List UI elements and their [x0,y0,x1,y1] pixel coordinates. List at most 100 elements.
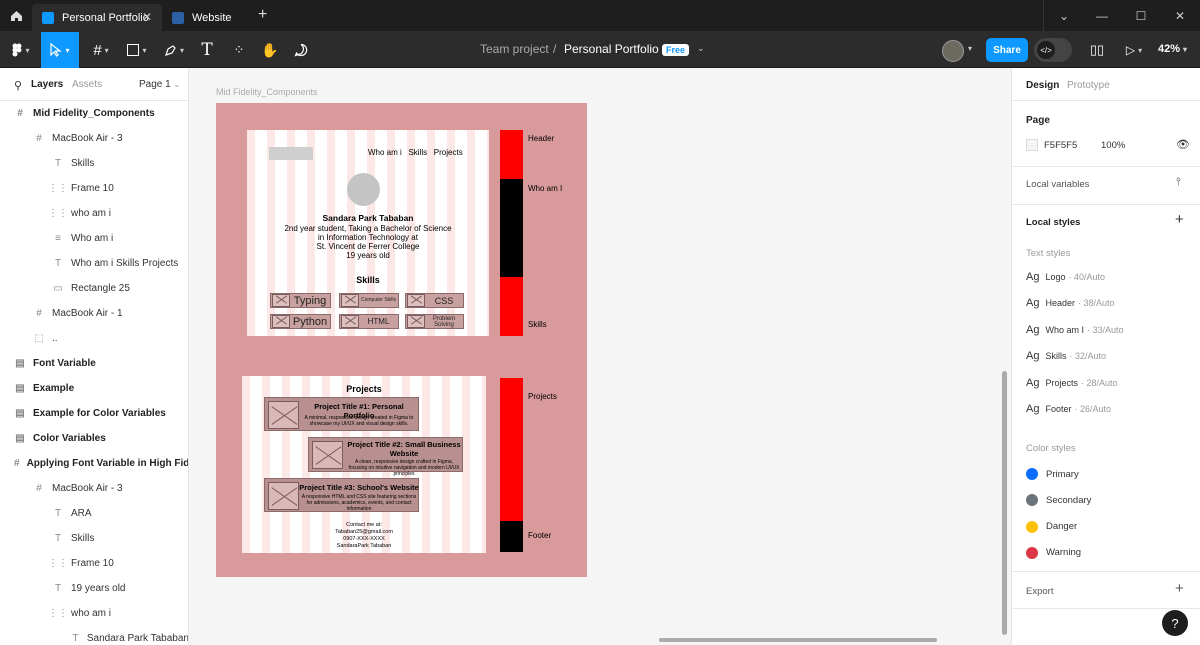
section-label: Projects [528,392,557,401]
skill-card: Computer Skills [339,293,399,308]
text-style-item[interactable]: Ag Skills · 32/Auto [1026,350,1106,362]
present-button[interactable]: ▷ ▾ [1120,32,1148,68]
image-placeholder-icon [312,441,343,469]
maximize-button[interactable]: ☐ [1121,0,1161,32]
page-selector[interactable]: Page 1 ⌄ [139,79,180,90]
horizontal-scrollbar[interactable] [659,638,937,642]
section-header-block[interactable] [500,130,523,179]
layer-row[interactable]: ▤ Example [0,376,188,401]
layer-row[interactable]: # MacBook Air - 3 [0,476,188,501]
color-style-item[interactable]: Danger [1026,520,1077,533]
frame-tool[interactable]: # ▾ [85,32,117,68]
canvas[interactable]: Mid Fidelity_Components Who am i Skills … [189,68,1011,645]
layer-type-icon: T [72,633,79,644]
layer-row[interactable]: T Sandara Park Tababan [0,626,188,645]
library-button[interactable]: ▯▯ [1086,32,1108,68]
layer-row[interactable]: T Skills [0,151,188,176]
new-tab-button[interactable]: + [258,6,267,24]
comment-tool[interactable] [290,32,312,68]
close-window-button[interactable]: ✕ [1160,0,1200,32]
main-frame[interactable]: Who am i Skills Projects Sandara Park Ta… [216,103,587,577]
text-style-item[interactable]: Ag Footer · 26/Auto [1026,403,1111,415]
tab-assets[interactable]: Assets [72,79,102,90]
home-icon[interactable] [6,6,26,26]
vertical-scrollbar[interactable] [1002,371,1007,635]
add-style-icon[interactable]: + [1175,211,1184,228]
section-projects-block[interactable] [500,378,523,521]
section-skills-block[interactable] [500,277,523,336]
text-tool[interactable]: T [195,32,219,68]
layer-row[interactable]: T Skills [0,526,188,551]
tab-prototype[interactable]: Prototype [1067,80,1110,91]
text-styles-title: Text styles [1026,248,1071,259]
file-name[interactable]: Personal Portfolio [564,42,659,56]
main-menu-button[interactable]: ▾ [6,32,36,68]
resources-tool[interactable]: ⁘ [228,32,250,68]
section-footer-block[interactable] [500,521,523,552]
sliders-icon[interactable]: ⫯ [1176,176,1181,189]
help-button[interactable]: ? [1162,610,1188,636]
zoom-level[interactable]: 42% ▾ [1158,43,1187,55]
layer-row[interactable]: ⋮⋮ who am i [0,201,188,226]
shape-tool[interactable]: ▾ [121,32,153,68]
section-who-block[interactable] [500,179,523,277]
tab-design[interactable]: Design [1026,80,1059,91]
color-style-item[interactable]: Secondary [1026,494,1092,507]
layer-row[interactable]: ▭ Rectangle 25 [0,276,188,301]
figma-file-icon [42,12,54,24]
pen-tool[interactable]: ▾ [158,32,190,68]
layer-row[interactable]: ▤ Example for Color Variables [0,401,188,426]
color-style-name: Secondary [1046,494,1092,506]
close-tab-icon[interactable]: ✕ [142,10,152,24]
search-icon[interactable]: ⚲ [14,79,22,92]
layer-row[interactable]: # Mid Fidelity_Components [0,101,188,126]
page-color-value[interactable]: F5F5F5 [1044,140,1077,151]
layer-row[interactable]: ▤ Font Variable [0,351,188,376]
tab-personal-portfolio[interactable]: Personal Portfolio ✕ [32,4,162,32]
export-section: Export + [1012,571,1200,609]
macbook-frame-top[interactable]: Who am i Skills Projects Sandara Park Ta… [247,130,489,336]
minimize-button[interactable]: — [1082,0,1122,32]
text-style-item[interactable]: Ag Projects · 28/Auto [1026,377,1118,389]
tab-website[interactable]: Website [162,4,252,32]
frame-label[interactable]: Mid Fidelity_Components [216,87,318,97]
local-variables-label[interactable]: Local variables [1026,179,1089,190]
text-style-item[interactable]: Ag Logo · 40/Auto [1026,271,1105,283]
color-style-name: Warning [1046,547,1082,559]
text-icon: T [201,40,213,60]
share-button[interactable]: Share [986,38,1028,62]
layer-row[interactable]: # MacBook Air - 3 [0,126,188,151]
layer-row[interactable]: T ARA [0,501,188,526]
text-style-item[interactable]: Ag Who am I · 33/Auto [1026,324,1124,336]
text-style-item[interactable]: Ag Header · 38/Auto [1026,297,1115,309]
layer-row[interactable]: ⋮⋮ Frame 10 [0,551,188,576]
eye-icon[interactable]: 👁 [1176,138,1190,151]
layer-row[interactable]: ⋮⋮ Frame 10 [0,176,188,201]
profile-photo [347,173,380,206]
add-export-icon[interactable]: + [1175,580,1184,597]
layer-row[interactable]: ▤ Color Variables [0,426,188,451]
chevron-down-icon[interactable]: ▾ [968,44,972,53]
layer-row[interactable]: ⋮⋮ who am i [0,601,188,626]
color-style-item[interactable]: Primary [1026,468,1079,480]
chevron-down-icon[interactable]: ⌄ [697,43,705,54]
breadcrumb-team[interactable]: Team project [480,42,549,56]
color-style-item[interactable]: Warning [1026,546,1082,559]
page-opacity[interactable]: 100% [1101,140,1125,151]
dev-mode-toggle[interactable]: </> [1034,38,1072,62]
chevron-down-icon[interactable]: ⌄ [1044,0,1084,32]
layer-row[interactable]: ⬚.. [0,326,188,351]
hand-tool[interactable]: ✋ [259,32,281,68]
move-tool[interactable]: ▾ [41,32,79,68]
layer-row[interactable]: ≡ Who am i [0,226,188,251]
layer-row[interactable]: T Who am i Skills Projects [0,251,188,276]
macbook-frame-bottom[interactable]: Projects Project Title #1: Personal Port… [242,376,486,553]
layer-row[interactable]: # Applying Font Variable in High Fid... [0,451,188,476]
color-swatch [1026,520,1038,533]
avatar[interactable] [942,40,964,62]
tab-layers[interactable]: Layers [31,79,63,90]
bio-line: St. Vincent de Ferrer College [316,242,420,251]
layer-row[interactable]: # MacBook Air - 1 [0,301,188,326]
page-color-swatch[interactable] [1026,139,1038,151]
layer-row[interactable]: T 19 years old [0,576,188,601]
